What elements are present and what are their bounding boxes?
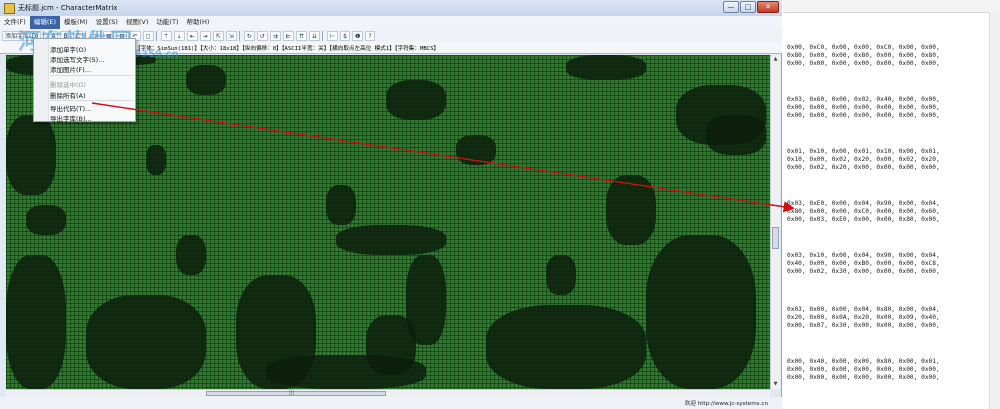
arrow-line <box>91 102 795 213</box>
annotation-arrow <box>91 102 795 213</box>
